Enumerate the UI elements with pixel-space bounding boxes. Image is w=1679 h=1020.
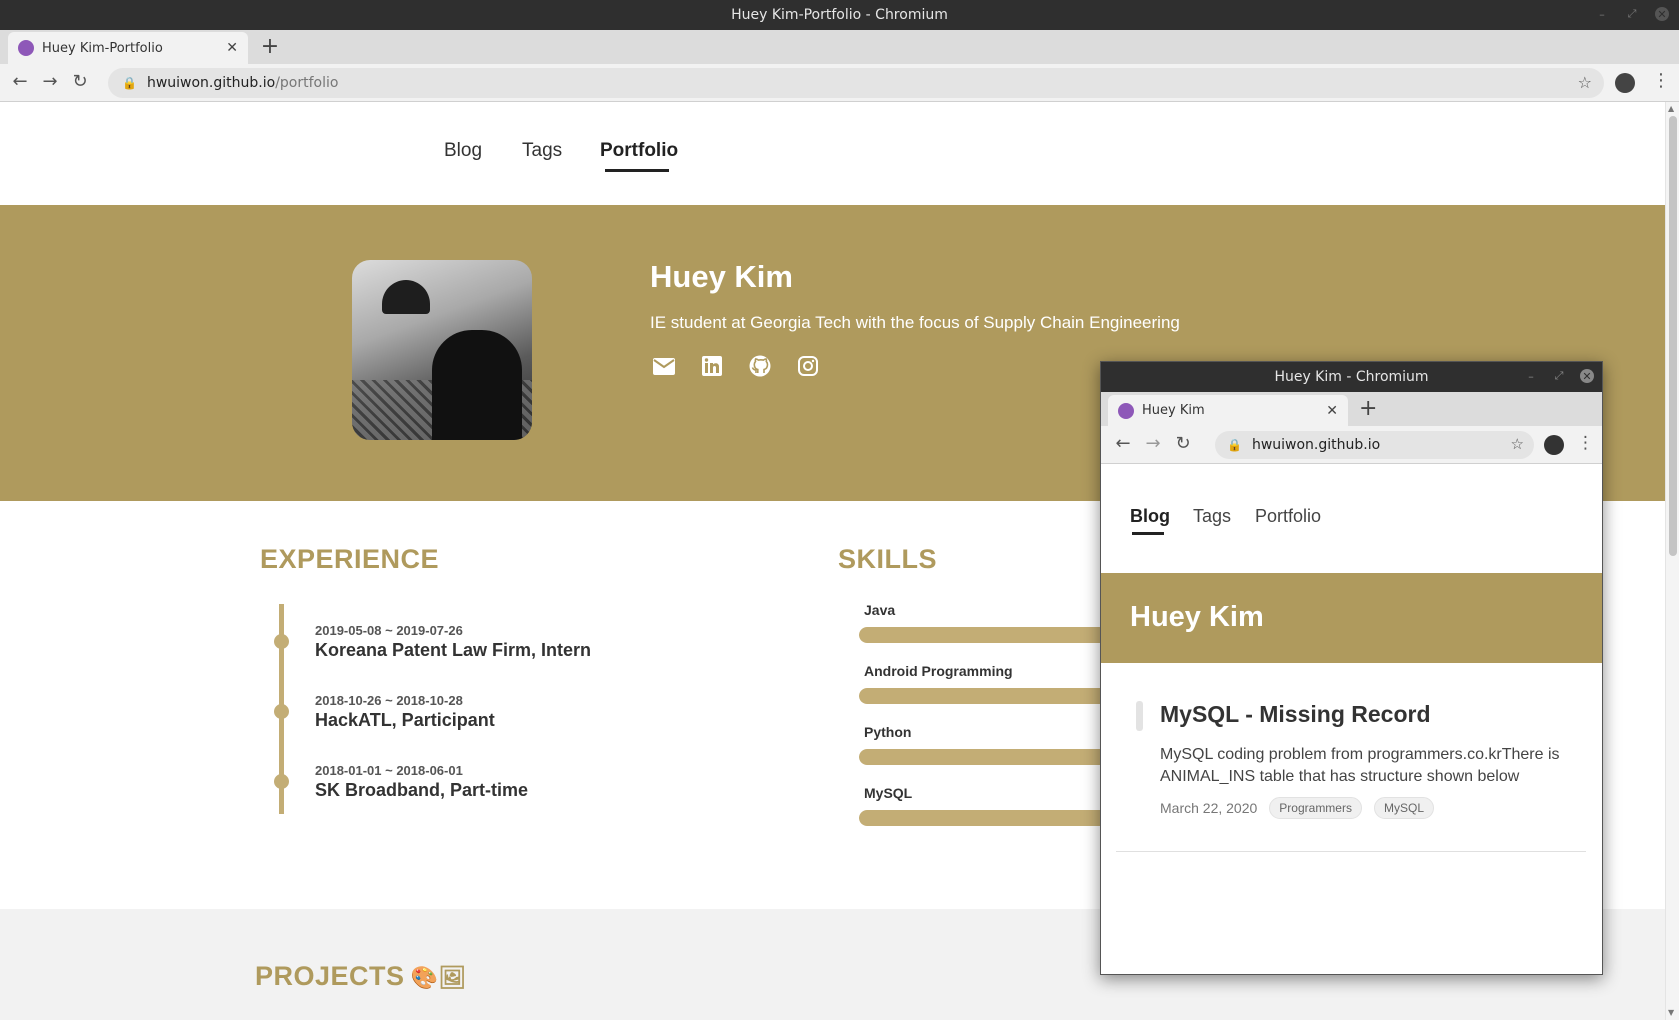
forward-icon[interactable]: → [38,71,62,92]
scroll-up-icon[interactable]: ▲ [1668,104,1674,113]
github-icon[interactable] [749,355,771,377]
avatar [352,260,532,440]
popup-browser-tab[interactable]: Huey Kim ✕ [1108,395,1348,426]
projects-emoji: 🎨🖼 [410,964,467,990]
profile-name: Huey Kim [650,259,793,294]
skill-name: Python [864,724,912,740]
tab-close-icon[interactable]: ✕ [1326,403,1338,419]
scroll-down-icon[interactable]: ▼ [1668,1008,1674,1017]
bookmark-star-icon[interactable]: ☆ [1578,73,1592,92]
timeline-dot [274,704,289,719]
tab-title: Huey Kim-Portfolio [42,40,163,56]
popup-toolbar: ← → ↻ 🔒 hwuiwon.github.io ☆ ⋮ [1101,426,1602,464]
window-title: Huey Kim-Portfolio - Chromium [731,7,948,23]
popup-window-title: Huey Kim - Chromium [1274,369,1429,385]
experience-date: 2018-10-26 ~ 2018-10-28 [315,693,463,708]
minimize-icon[interactable]: – [1524,369,1538,383]
back-icon[interactable]: ← [8,71,32,92]
popup-address-bar[interactable]: 🔒 hwuiwon.github.io ☆ [1215,431,1534,459]
popup-titlebar: Huey Kim - Chromium – ⤢ ✕ [1101,362,1602,392]
skills-title: SKILLS [838,544,938,574]
popup-hero: Huey Kim [1101,573,1602,663]
post-meta: March 22, 2020 Programmers MySQL [1160,797,1434,819]
lock-icon: 🔒 [1227,438,1242,452]
nav-portfolio[interactable]: Portfolio [600,140,678,162]
profile-icon[interactable] [1544,435,1564,455]
maximize-icon[interactable]: ⤢ [1625,7,1639,21]
favicon-icon [1118,402,1134,419]
close-window-icon[interactable]: ✕ [1655,7,1669,21]
nav-portfolio[interactable]: Portfolio [1255,506,1321,527]
tab-close-icon[interactable]: ✕ [226,40,238,56]
experience-title: EXPERIENCE [260,544,440,574]
post-tag[interactable]: MySQL [1373,797,1434,819]
favicon-icon [18,40,34,56]
experience-date: 2018-01-01 ~ 2018-06-01 [315,763,463,778]
experience-title-item: HackATL, Participant [315,710,495,730]
timeline-dot [274,774,289,789]
minimize-icon[interactable]: – [1595,7,1609,21]
skill-name: Android Programming [864,663,1013,679]
popup-window: Huey Kim - Chromium – ⤢ ✕ Huey Kim ✕ + ←… [1100,361,1603,975]
browser-tab[interactable]: Huey Kim-Portfolio ✕ [8,32,248,64]
window-controls: – ⤢ ✕ [1595,7,1669,21]
maximize-icon[interactable]: ⤢ [1552,369,1566,383]
post-date: March 22, 2020 [1160,800,1258,816]
menu-icon[interactable]: ⋮ [1577,433,1594,453]
nav-blog[interactable]: Blog [1130,506,1170,527]
linkedin-icon[interactable] [701,355,723,377]
skill-name: Java [864,602,896,618]
experience-date: 2019-05-08 ~ 2019-07-26 [315,623,463,638]
envelope-icon[interactable] [653,355,675,377]
address-bar[interactable]: 🔒 hwuiwon.github.io/portfolio ☆ [108,68,1604,98]
page-scrollbar[interactable]: ▲ ▼ [1665,102,1679,1020]
popup-tab-title: Huey Kim [1142,403,1205,418]
back-icon[interactable]: ← [1111,433,1135,454]
experience-title-item: Koreana Patent Law Firm, Intern [315,640,592,660]
projects-title-text: PROJECTS [255,961,405,991]
close-window-icon[interactable]: ✕ [1580,369,1594,383]
scroll-thumb[interactable] [1669,116,1677,556]
instagram-icon[interactable] [797,355,819,377]
new-tab-icon[interactable]: + [1359,396,1377,421]
post-title[interactable]: MySQL - Missing Record [1160,701,1431,728]
post-divider [1116,851,1586,852]
nav-active-underline [1132,532,1164,535]
skill-name: MySQL [864,785,913,801]
nav-blog[interactable]: Blog [444,140,482,162]
url-path: /portfolio [275,75,339,91]
popup-hero-name: Huey Kim [1130,601,1264,633]
url-host: hwuiwon.github.io [146,75,276,91]
browser-toolbar: ← → ↻ 🔒 hwuiwon.github.io/portfolio ☆ ⋮ [0,64,1679,102]
window-titlebar: Huey Kim-Portfolio - Chromium – ⤢ ✕ [0,0,1679,30]
experience-title-item: SK Broadband, Part-time [315,780,529,800]
nav-tags[interactable]: Tags [1193,506,1231,527]
menu-icon[interactable]: ⋮ [1652,70,1670,91]
profile-icon[interactable] [1615,73,1635,93]
post-excerpt: MySQL coding problem from programmers.co… [1160,746,1560,785]
timeline-dot [274,634,289,649]
nav-active-underline [605,169,669,172]
reload-icon[interactable]: ↻ [1171,433,1195,454]
popup-window-controls: – ⤢ ✕ [1524,369,1594,383]
projects-title: PROJECTS 🎨🖼 [255,961,467,992]
post-accent-bar [1136,701,1143,731]
nav-tags[interactable]: Tags [522,140,562,162]
reload-icon[interactable]: ↻ [68,71,92,92]
bookmark-star-icon[interactable]: ☆ [1511,435,1524,453]
lock-icon: 🔒 [122,76,137,90]
social-links [653,355,819,377]
site-nav: Blog Tags Portfolio [0,102,1665,205]
forward-icon[interactable]: → [1141,433,1165,454]
new-tab-icon[interactable]: + [258,34,282,59]
popup-tab-strip: Huey Kim ✕ + [1101,392,1602,426]
popup-page-content: Blog Tags Portfolio Huey Kim MySQL - Mis… [1101,464,1602,974]
profile-subtitle: IE student at Georgia Tech with the focu… [650,313,1180,332]
tab-strip: Huey Kim-Portfolio ✕ + [0,30,1679,64]
post-tag[interactable]: Programmers [1269,797,1362,819]
popup-url: hwuiwon.github.io [1251,437,1381,453]
